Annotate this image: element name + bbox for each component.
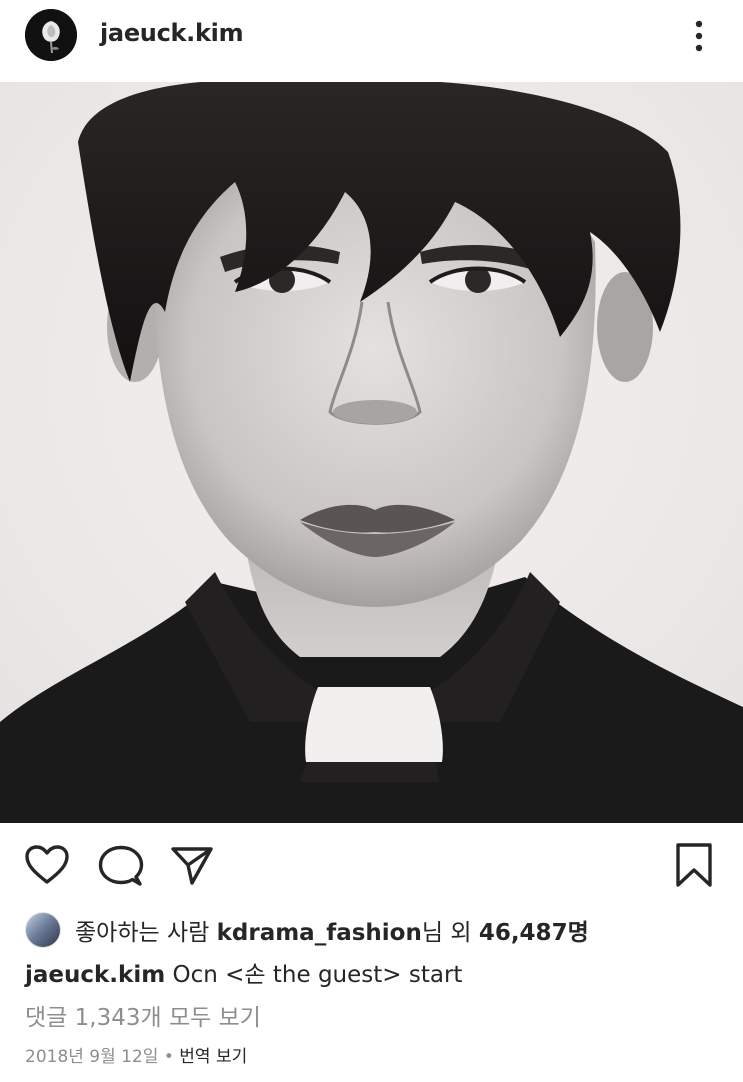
caption-text: Ocn <손 the guest> start bbox=[165, 962, 463, 988]
likes-user[interactable]: kdrama_fashion bbox=[217, 920, 422, 946]
caption: jaeuck.kim Ocn <손 the guest> start bbox=[25, 955, 462, 989]
post-meta: 2018년 9월 12일 • 번역 보기 bbox=[25, 1042, 247, 1067]
post-date: 2018년 9월 12일 bbox=[25, 1047, 159, 1067]
instagram-post: jaeuck.kim 좋아하는 사람 kdrama_fashion님 외 46,… bbox=[0, 0, 743, 1082]
likes-suffix: 님 외 bbox=[421, 920, 479, 946]
post-photo[interactable] bbox=[0, 82, 743, 823]
liker-avatar bbox=[25, 912, 61, 948]
likes-count[interactable]: 46,487명 bbox=[479, 920, 589, 946]
header-username[interactable]: jaeuck.kim bbox=[100, 19, 244, 47]
comment-icon[interactable] bbox=[98, 844, 144, 892]
action-bar bbox=[0, 830, 743, 900]
bookmark-icon[interactable] bbox=[674, 842, 714, 892]
more-vertical-icon[interactable] bbox=[684, 14, 714, 58]
caption-username[interactable]: jaeuck.kim bbox=[25, 962, 165, 988]
meta-separator: • bbox=[158, 1047, 180, 1067]
likes-row[interactable]: 좋아하는 사람 kdrama_fashion님 외 46,487명 bbox=[25, 910, 589, 950]
likes-prefix: 좋아하는 사람 bbox=[75, 920, 217, 946]
post-header: jaeuck.kim bbox=[0, 0, 743, 82]
rose-avatar-icon[interactable] bbox=[25, 9, 77, 61]
view-all-comments-link[interactable]: 댓글 1,343개 모두 보기 bbox=[25, 998, 261, 1032]
translate-link[interactable]: 번역 보기 bbox=[179, 1047, 247, 1067]
likes-text: 좋아하는 사람 kdrama_fashion님 외 46,487명 bbox=[75, 913, 589, 947]
send-icon[interactable] bbox=[170, 846, 214, 890]
heart-icon[interactable] bbox=[24, 844, 70, 890]
